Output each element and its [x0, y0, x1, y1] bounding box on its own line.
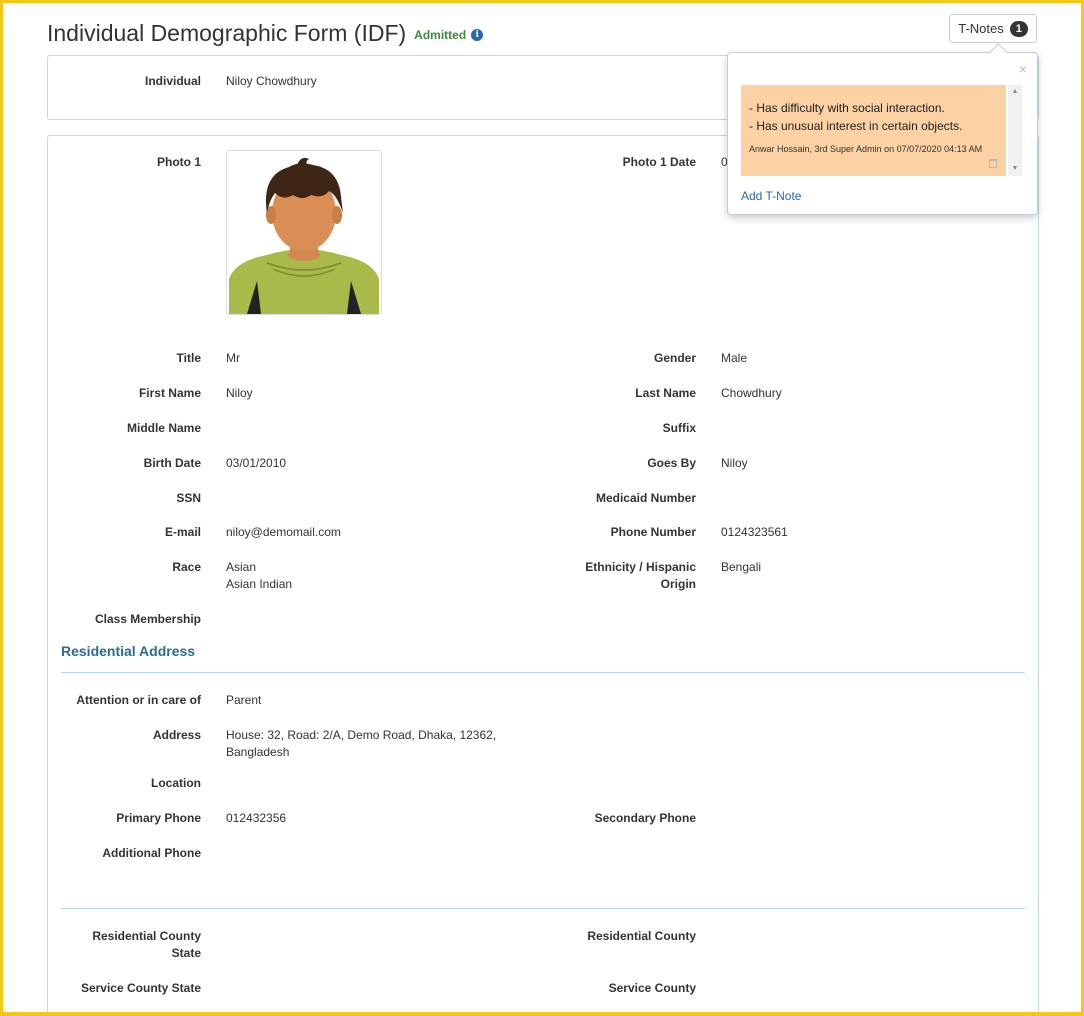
status-text: Admitted	[414, 28, 467, 42]
section-divider	[61, 908, 1025, 909]
last-name-label: Last Name	[635, 386, 696, 400]
tnotes-popover: × - Has difficulty with social interacti…	[727, 43, 1038, 215]
title-label: Title	[176, 351, 201, 365]
page-title: Individual Demographic Form (IDF)	[47, 19, 407, 46]
ethnicity-label-2: Origin	[660, 577, 696, 591]
avatar	[227, 151, 381, 314]
tnotes-label: T-Notes	[958, 21, 1004, 36]
goes-by-value: Niloy	[721, 456, 748, 470]
first-name-value: Niloy	[226, 386, 253, 400]
gender-value: Male	[721, 351, 748, 365]
scroll-up-icon[interactable]: ▲	[1008, 87, 1022, 97]
res-county-state-label: Residential County State	[48, 928, 201, 962]
address-label: Address	[152, 728, 201, 742]
phone-value: 0124323561	[721, 525, 788, 539]
ssn-label: SSN	[176, 491, 201, 505]
race-value: Asian Asian Indian	[226, 559, 546, 593]
res-county-state-label-1: Residential County	[92, 929, 201, 943]
scroll-down-icon[interactable]: ▼	[1008, 164, 1022, 174]
attention-value: Parent	[226, 693, 262, 707]
last-name-value: Chowdhury	[721, 386, 782, 400]
attention-label: Attention or in care of	[76, 693, 201, 707]
tnote-line-2: - Has unusual interest in certain object…	[749, 119, 963, 133]
title-row: Individual Demographic Form (IDF) Admitt…	[47, 17, 484, 49]
race-value-1: Asian	[226, 560, 257, 574]
email-value: niloy@demomail.com	[226, 525, 341, 539]
tnote-line-1: - Has difficulty with social interaction…	[749, 101, 945, 115]
ethnicity-value: Bengali	[721, 560, 762, 574]
birth-date-label: Birth Date	[143, 456, 201, 470]
page-frame: Individual Demographic Form (IDF) Admitt…	[0, 0, 1084, 1016]
address-value-2: Bangladesh	[226, 745, 290, 759]
individual-label: Individual	[144, 74, 201, 88]
suffix-label: Suffix	[662, 421, 696, 435]
address-value-1: House: 32, Road: 2/A, Demo Road, Dhaka, …	[226, 728, 497, 742]
title-value: Mr	[226, 351, 240, 365]
goes-by-label: Goes By	[647, 456, 696, 470]
additional-phone-label: Additional Phone	[102, 846, 201, 860]
tnote-item: - Has difficulty with social interaction…	[741, 85, 1006, 176]
secondary-phone-label: Secondary Phone	[594, 811, 696, 825]
demographics-panel: Photo 1 Photo 1 Date 0 Title Mr Gender M…	[47, 135, 1039, 1012]
popover-arrow	[989, 43, 1008, 62]
ethnicity-label-1: Ethnicity / Hispanic	[585, 560, 696, 574]
primary-phone-label: Primary Phone	[116, 811, 201, 825]
status-badge: Admitted i	[414, 28, 484, 42]
res-county-label: Residential County	[587, 929, 696, 943]
section-divider	[61, 672, 1025, 673]
first-name-label: First Name	[138, 386, 201, 400]
photo-date-label: Photo 1 Date	[622, 155, 696, 169]
tnote-meta: Anwar Hossain, 3rd Super Admin on 07/07/…	[749, 144, 983, 154]
residential-address-heading: Residential Address	[61, 643, 196, 659]
tnotes-scrollbar[interactable]: ▲ ▼	[1008, 85, 1022, 176]
location-label: Location	[151, 776, 201, 790]
email-label: E-mail	[164, 525, 201, 539]
add-tnote-link[interactable]: Add T-Note	[741, 189, 801, 203]
individual-value: Niloy Chowdhury	[226, 74, 317, 88]
photo-label: Photo 1	[157, 155, 201, 169]
tnotes-button[interactable]: T-Notes 1	[949, 14, 1037, 43]
ethnicity-label: Ethnicity / Hispanic Origin	[543, 559, 696, 593]
birth-date-value: 03/01/2010	[226, 456, 287, 470]
race-label: Race	[172, 560, 201, 574]
tnotes-count-badge: 1	[1009, 20, 1028, 37]
middle-name-label: Middle Name	[126, 421, 201, 435]
primary-phone-value: 012432356	[226, 811, 287, 825]
photo-frame[interactable]	[226, 150, 382, 315]
race-value-2: Asian Indian	[226, 577, 293, 591]
class-membership-label: Class Membership	[94, 612, 201, 626]
service-county-state-label: Service County State	[80, 981, 201, 995]
address-value: House: 32, Road: 2/A, Demo Road, Dhaka, …	[226, 727, 546, 761]
medicaid-label: Medicaid Number	[595, 491, 696, 505]
res-county-state-label-2: State	[171, 946, 201, 960]
close-icon[interactable]: ×	[1019, 61, 1027, 77]
info-icon[interactable]: i	[471, 29, 484, 41]
service-county-label: Service County	[608, 981, 696, 995]
gender-label: Gender	[653, 351, 696, 365]
phone-label: Phone Number	[610, 525, 696, 539]
trash-icon[interactable]	[989, 159, 997, 168]
